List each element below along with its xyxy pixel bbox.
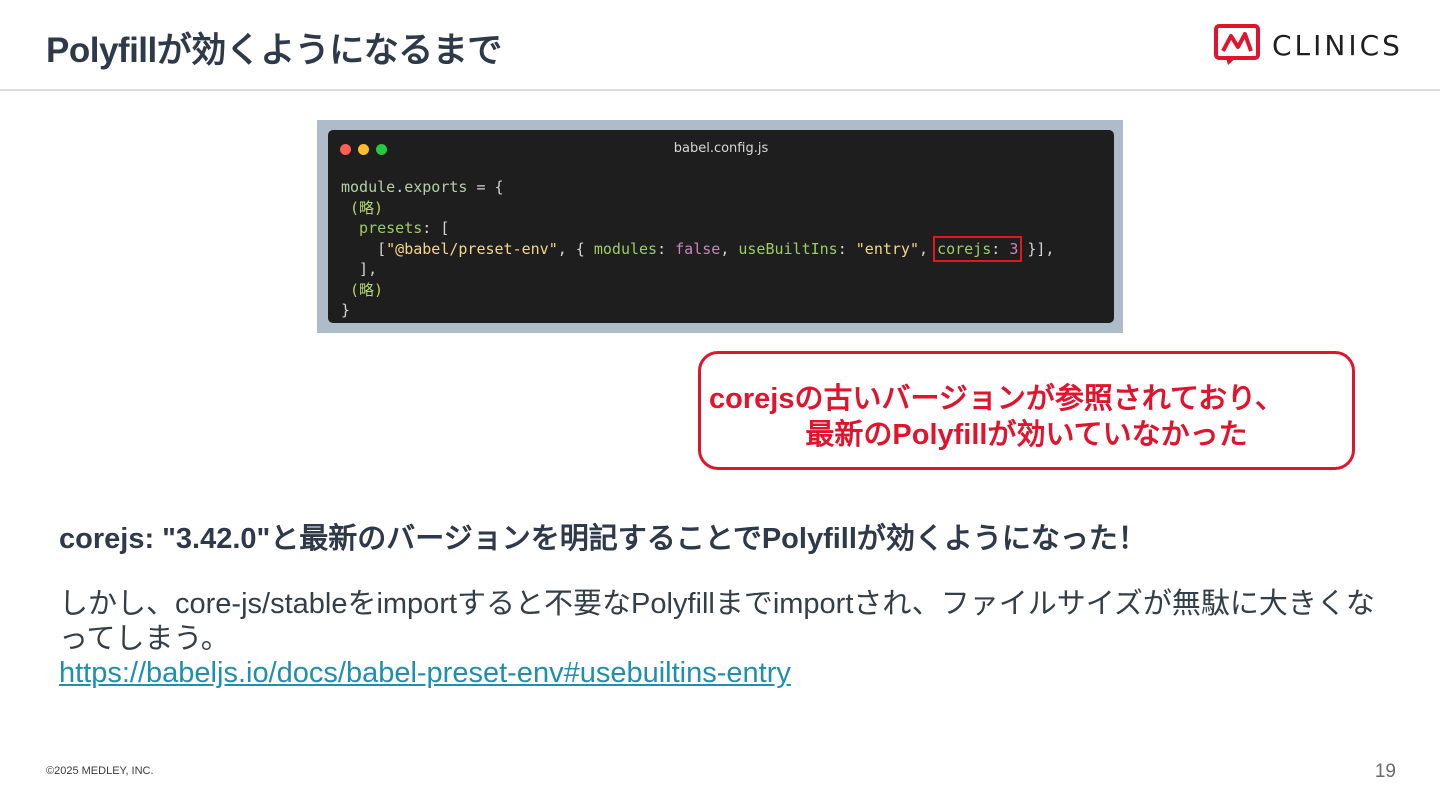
clinics-logo: CLINICS: [1214, 24, 1403, 66]
page-number: 19: [1374, 761, 1396, 782]
code-token: exports: [404, 178, 468, 196]
code-token: module: [341, 178, 396, 196]
callout-box: corejsの古いバージョンが参照されており、 最新のPolyfillが効いてい…: [698, 351, 1355, 470]
page-title: Polyfillが効くようになるまで: [46, 31, 502, 70]
code-line: ],: [341, 259, 1054, 280]
clinics-logo-icon: [1214, 24, 1260, 65]
callout-line-2: 最新のPolyfillが効いていなかった: [805, 419, 1248, 451]
header-divider: [0, 89, 1440, 91]
code-token: :: [991, 239, 1010, 258]
slide-header: Polyfillが効くようになるまで CLINICS: [0, 0, 1440, 91]
code-token: false: [675, 239, 721, 258]
code-token: ],: [341, 260, 378, 278]
code-line: presets: [: [341, 218, 1054, 239]
corejs-highlight-box: corejs: 3: [933, 235, 1023, 262]
code-token: "@babel/preset-env": [386, 239, 558, 258]
code-token: presets: [341, 219, 423, 237]
copyright: ©2025 MEDLEY, INC.: [46, 765, 154, 777]
code-block: module.exports = { (略) presets: [ ["@bab…: [341, 177, 1054, 321]
code-token: : [: [422, 219, 450, 237]
code-token: :: [657, 239, 676, 258]
code-line: module.exports = {: [341, 177, 1054, 198]
code-comment: (略): [341, 198, 384, 217]
code-token: = {: [467, 178, 504, 196]
result-headline: corejs: "3.42.0"と最新のバージョンを明記することでPolyfil…: [59, 523, 1147, 555]
code-token: [: [341, 239, 387, 258]
code-token: }: [341, 301, 351, 319]
code-line: (略): [341, 198, 1054, 219]
code-token: modules: [593, 239, 658, 258]
code-token: 3: [1009, 239, 1019, 258]
code-token: .: [395, 178, 405, 196]
code-token: ,: [919, 239, 938, 258]
code-token: useBuiltIns: [738, 239, 838, 258]
code-token: ,: [720, 239, 739, 258]
babel-docs-link[interactable]: https://babeljs.io/docs/babel-preset-env…: [59, 657, 791, 690]
code-comment: (略): [341, 280, 384, 299]
code-line: ["@babel/preset-env", { modules: false, …: [341, 235, 1055, 262]
code-token: corejs: [937, 239, 992, 258]
code-token: :: [837, 239, 856, 258]
code-token: }],: [1018, 239, 1055, 258]
code-editor-window: babel.config.js module.exports = { (略) p…: [328, 130, 1114, 323]
code-line: }: [341, 300, 1054, 321]
code-filename: babel.config.js: [673, 141, 769, 156]
code-token: , {: [557, 239, 594, 258]
body-paragraph: しかし、core-js/stableをimportすると不要なPolyfillま…: [59, 588, 1375, 655]
logo-wordmark: CLINICS: [1272, 28, 1403, 62]
code-token: "entry": [855, 239, 919, 258]
code-screenshot: babel.config.js module.exports = { (略) p…: [317, 120, 1123, 333]
code-line: (略): [341, 280, 1054, 301]
